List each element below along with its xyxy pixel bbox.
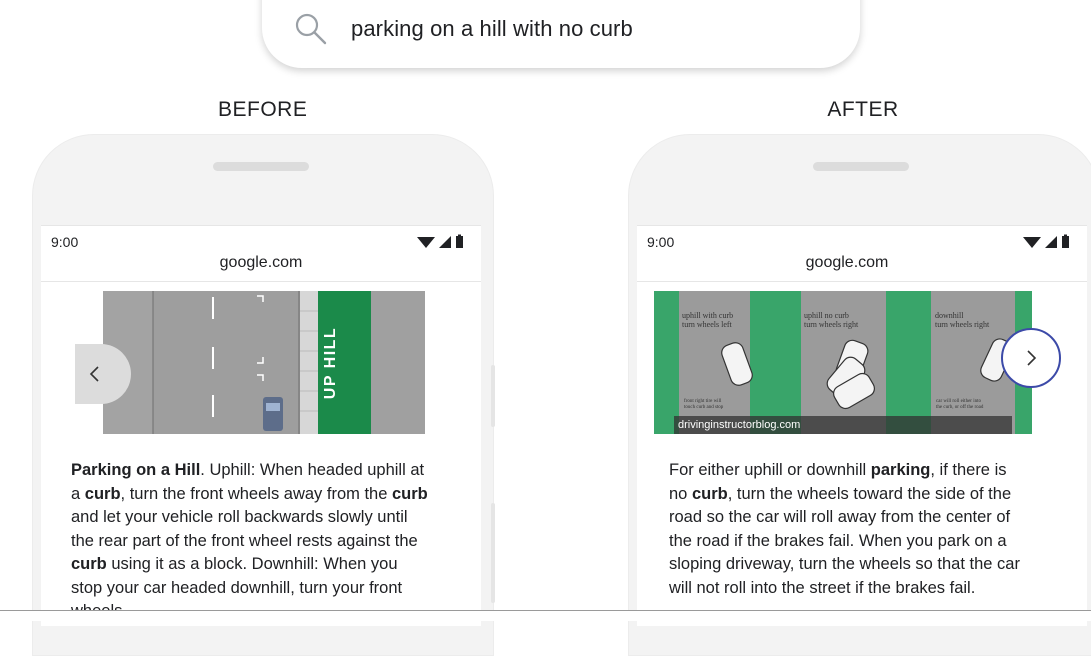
after-screen: 9:00 google.com uphill with curb turn wh… — [637, 225, 1087, 626]
before-phone: 9:00 google.com UP HILL Parking on a Hil… — [32, 134, 495, 656]
status-bar: 9:00 — [51, 234, 471, 250]
bottom-divider — [0, 610, 1091, 611]
before-screen: 9:00 google.com UP HILL Parking on a Hil… — [41, 225, 481, 626]
panel-1-note: front right tire will touch curb and sto… — [684, 399, 724, 410]
image-carousel[interactable]: uphill with curb turn wheels left uphill… — [654, 291, 1032, 434]
road-diagram-image — [103, 291, 425, 434]
divider — [41, 281, 481, 282]
status-icons — [417, 234, 463, 248]
search-query[interactable]: parking on a hill with no curb — [351, 16, 633, 42]
panel-3-note: car will roll either into the curb, or o… — [936, 399, 984, 410]
snippet-text: , turn the front wheels away from the — [120, 484, 392, 503]
after-label: AFTER — [827, 98, 899, 121]
volume-button — [491, 365, 495, 427]
search-bar[interactable]: parking on a hill with no curb — [262, 0, 860, 68]
chevron-left-icon — [89, 366, 99, 382]
snippet-bold-term: parking — [870, 461, 931, 479]
address-bar[interactable]: google.com — [637, 254, 1057, 272]
snippet-text: For either uphill or downhill — [669, 461, 871, 479]
address-bar[interactable]: google.com — [41, 254, 481, 272]
power-button — [491, 503, 495, 603]
image-carousel[interactable]: UP HILL — [103, 291, 425, 434]
phone-speaker — [813, 162, 909, 171]
carousel-next-button[interactable] — [1001, 328, 1061, 388]
search-icon — [295, 13, 327, 45]
image-source-credit[interactable]: drivinginstructorblog.com — [674, 416, 1012, 434]
snippet-text: and let your vehicle roll backwards slow… — [71, 508, 418, 550]
page-bottom-mask — [0, 610, 1091, 621]
result-snippet: For either uphill or downhill parking, i… — [669, 459, 1025, 600]
panel-1-title: uphill with curb turn wheels left — [682, 311, 734, 329]
status-bar: 9:00 — [647, 234, 1077, 250]
snippet-bold-term: curb — [71, 555, 107, 573]
status-time: 9:00 — [647, 234, 675, 250]
snippet-bold-term: curb — [691, 484, 728, 503]
panel-2-title: uphill no curb turn wheels right — [804, 311, 859, 329]
panel-3-title: downhill turn wheels right — [935, 311, 990, 329]
after-phone: 9:00 google.com uphill with curb turn wh… — [628, 134, 1091, 656]
image-label: UP HILL — [322, 326, 339, 400]
snippet-bold-term: curb — [392, 484, 428, 503]
chevron-right-icon — [1027, 350, 1037, 366]
phone-speaker — [213, 162, 309, 171]
result-snippet: Parking on a Hill. Uphill: When headed u… — [71, 459, 431, 624]
before-label: BEFORE — [218, 98, 308, 121]
snippet-bold-term: Parking on a Hill — [71, 461, 201, 479]
status-time: 9:00 — [51, 234, 79, 250]
status-icons — [1023, 234, 1069, 248]
divider — [637, 281, 1087, 282]
snippet-bold-term: curb — [84, 484, 121, 503]
